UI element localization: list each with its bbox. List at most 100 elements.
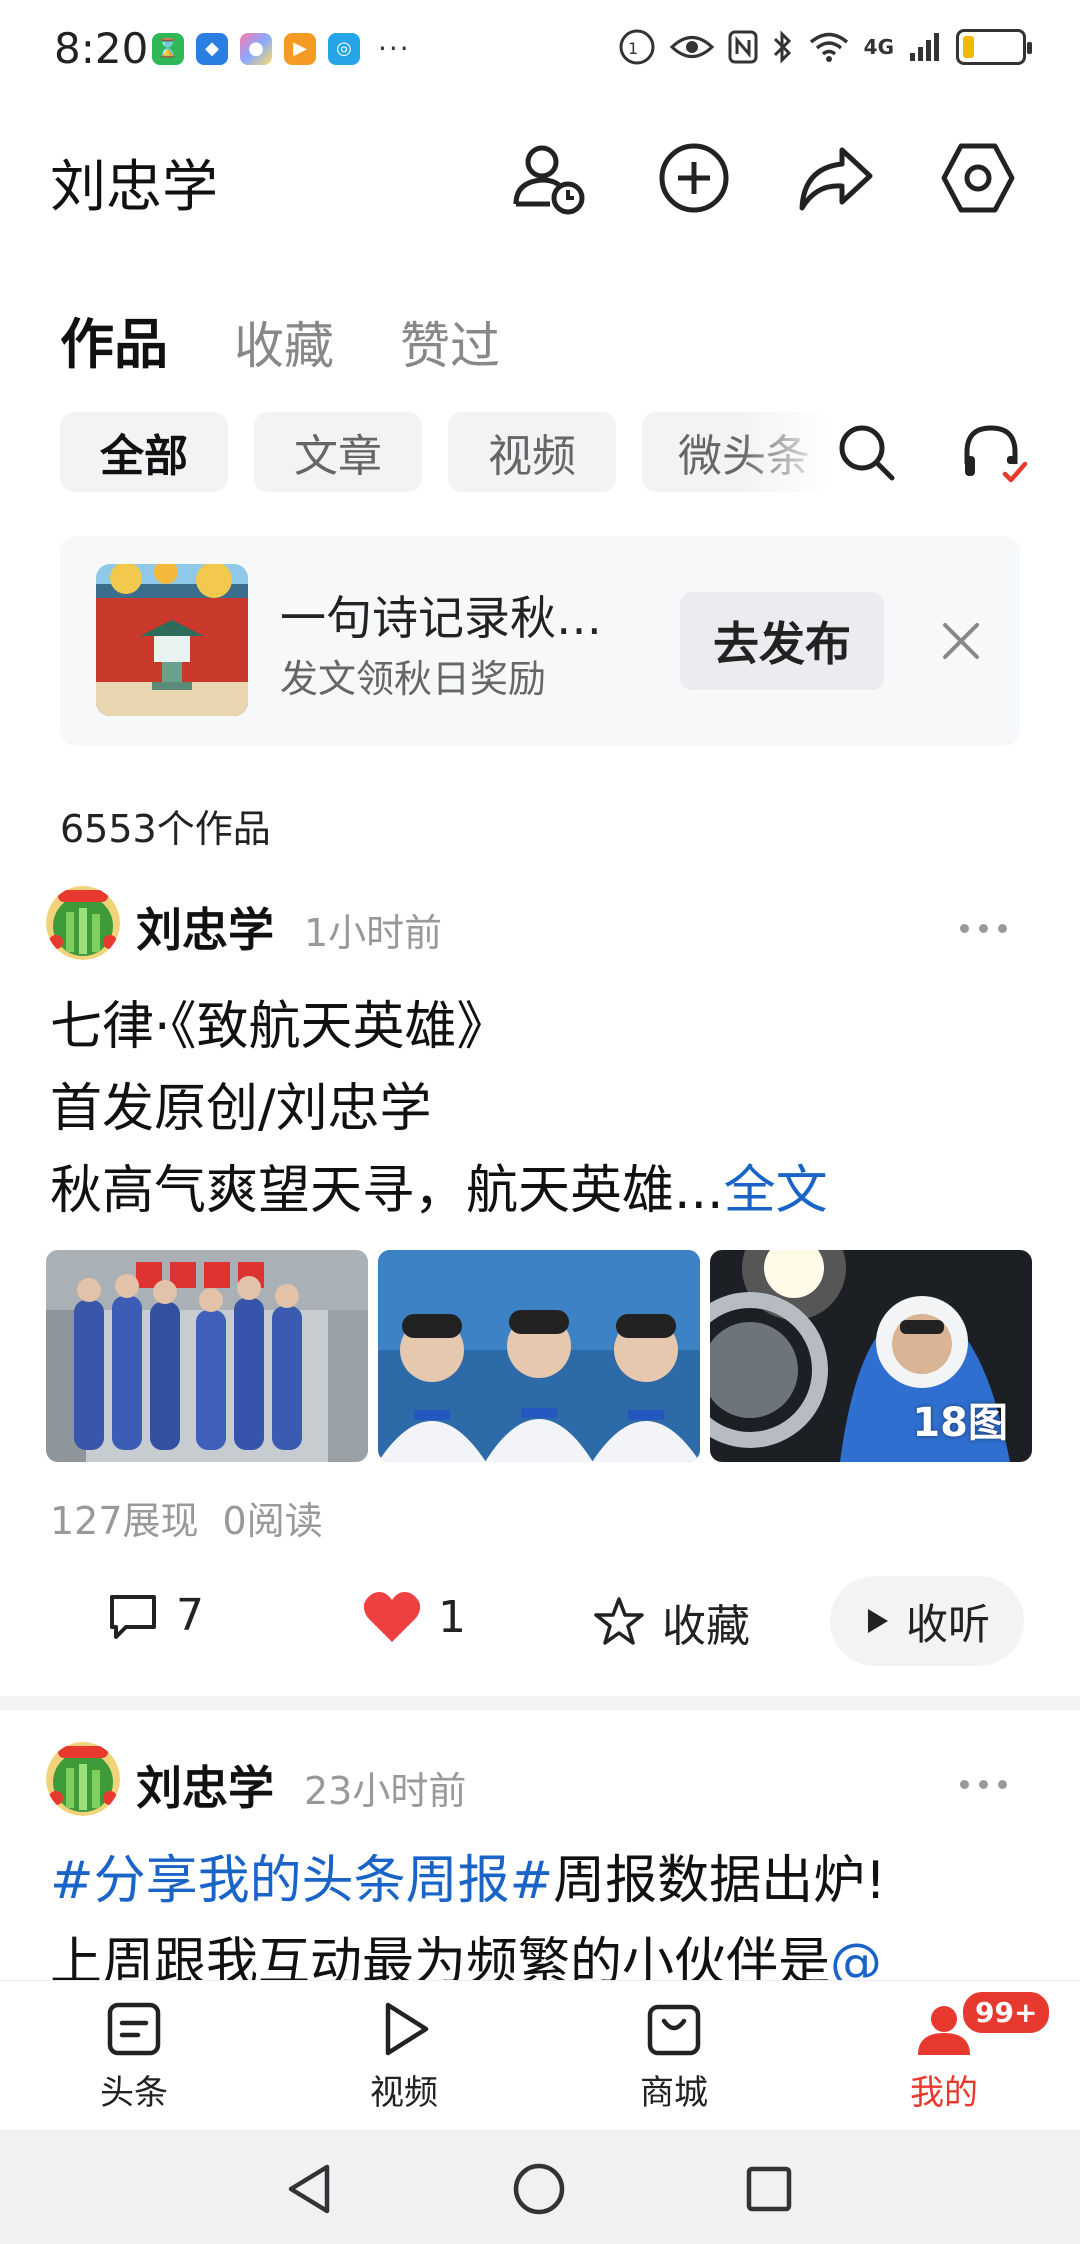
filter-all[interactable]: 全部 — [60, 412, 228, 492]
status-bar: 8:20 ⌛ ◆ ● ▶ ◎ ··· 1 4G — [0, 0, 1080, 100]
nfc-icon — [728, 30, 758, 64]
hashtag-link[interactable]: #分享我的头条周报# — [50, 1851, 553, 1911]
filter-videos[interactable]: 视频 — [448, 412, 616, 492]
search-app-icon: ◎ — [328, 32, 360, 65]
tab-liked[interactable]: 赞过 — [400, 306, 500, 378]
post-line-text: 上周跟我互动最为频繁的小伙伴是 — [50, 1933, 831, 1980]
status-time: 8:20 — [54, 24, 149, 73]
home-icon[interactable] — [504, 2154, 574, 2224]
nav-item-news[interactable]: 头条 — [74, 1999, 194, 2114]
video-app-icon: ▶ — [284, 32, 316, 65]
filter-chips: 全部 文章 视频 微头条 — [60, 412, 830, 492]
news-icon — [107, 2002, 161, 2056]
post-image[interactable]: 18图 — [710, 1250, 1032, 1462]
wifi-icon — [809, 32, 848, 62]
post-author[interactable]: 刘忠学 — [136, 1752, 274, 1818]
status-more-icon: ··· — [378, 32, 411, 65]
post-image[interactable] — [378, 1250, 700, 1462]
comment-count: 7 — [176, 1590, 204, 1641]
read-full-link[interactable]: 全文 — [724, 1161, 828, 1221]
recents-icon[interactable] — [734, 2154, 804, 2224]
view-count: 127展现 — [50, 1499, 199, 1543]
share-icon[interactable] — [794, 136, 878, 220]
status-indicators: 1 4G — [618, 28, 1032, 66]
avatar[interactable] — [46, 886, 120, 960]
signal-icon — [910, 33, 939, 61]
heart-icon — [363, 1592, 421, 1642]
search-icon[interactable] — [826, 412, 906, 492]
post-author[interactable]: 刘忠学 — [136, 894, 274, 960]
nav-item-profile[interactable]: 我的 99+ — [884, 1989, 1053, 2114]
hd-icon: 1 — [619, 29, 655, 65]
filter-articles[interactable]: 文章 — [254, 412, 422, 492]
listen-button[interactable]: 收听 — [830, 1576, 1024, 1666]
battery-level — [963, 36, 974, 58]
profile-header: 刘忠学 — [0, 120, 1080, 240]
status-app-icons: ⌛ ◆ ● ▶ ◎ ··· — [152, 32, 411, 65]
read-count: 0阅读 — [222, 1499, 323, 1543]
close-icon[interactable] — [926, 606, 996, 676]
comment-button[interactable]: 7 — [106, 1590, 204, 1641]
image-count-badge: 18图 — [912, 1400, 1008, 1446]
add-icon[interactable] — [652, 136, 736, 220]
network-type: 4G — [863, 35, 894, 59]
post-image-grid: 18图 — [46, 1250, 1036, 1462]
tab-favorites[interactable]: 收藏 — [234, 306, 334, 378]
listen-label: 收听 — [905, 1599, 990, 1649]
post-line-text: 秋高气爽望天寻，航天英雄... — [50, 1161, 724, 1221]
post-line-text: 周报数据出炉! — [553, 1851, 887, 1911]
svg-text:1: 1 — [628, 39, 638, 58]
post-divider — [0, 1696, 1080, 1710]
timer-app-icon: ⌛ — [152, 32, 184, 65]
bluetooth-icon — [773, 30, 791, 64]
page-title: 刘忠学 — [50, 155, 218, 220]
post-line: 上周跟我互动最为频繁的小伙伴是@ — [50, 1922, 1040, 1980]
favorite-label: 收藏 — [662, 1601, 750, 1652]
nav-label: 商城 — [640, 2073, 708, 2113]
post-content[interactable]: #分享我的头条周报#周报数据出炉! 上周跟我互动最为频繁的小伙伴是@ — [50, 1840, 1040, 1980]
like-count: 1 — [438, 1591, 466, 1643]
post-image[interactable] — [46, 1250, 368, 1462]
favorite-button[interactable]: 收藏 — [592, 1590, 750, 1654]
nav-label: 视频 — [370, 2073, 438, 2113]
notification-badge: 99+ — [960, 1989, 1053, 2036]
headphones-icon[interactable] — [954, 412, 1034, 492]
post-line: 首发原创/刘忠学 — [50, 1079, 432, 1139]
mention-link[interactable]: @ — [830, 1933, 882, 1980]
back-icon[interactable] — [274, 2154, 344, 2224]
post-time: 23小时前 — [304, 1769, 467, 1813]
chips-fade — [740, 412, 830, 492]
avatar[interactable] — [46, 1742, 120, 1816]
colorful-app-icon: ● — [240, 32, 272, 65]
like-button[interactable]: 1 — [362, 1590, 466, 1644]
nav-item-shop[interactable]: 商城 — [614, 1999, 734, 2114]
shop-icon — [647, 2004, 701, 2056]
tab-works[interactable]: 作品 — [60, 300, 168, 379]
nav-item-video[interactable]: 视频 — [344, 1999, 464, 2114]
settings-icon[interactable] — [936, 136, 1020, 220]
nav-label: 头条 — [100, 2073, 168, 2113]
bottom-nav: 头条 视频 商城 我的 99+ — [0, 1980, 1080, 2130]
works-count: 6553个作品 — [60, 807, 271, 851]
post-stats: 127展现 0阅读 — [50, 1490, 323, 1545]
content-tabs: 作品 收藏 赞过 — [60, 300, 500, 379]
battery-icon — [956, 29, 1032, 65]
promo-banner[interactable]: 一句诗记录秋… 发文领秋日奖励 去发布 — [60, 536, 1020, 746]
post-line: 七律·《致航天英雄》 — [50, 997, 509, 1057]
play-icon — [385, 2002, 429, 2056]
star-icon — [594, 1597, 644, 1645]
shield-app-icon: ◆ — [196, 32, 228, 65]
nav-label: 我的 — [910, 2073, 978, 2113]
play-icon — [867, 1609, 888, 1633]
post-time: 1小时前 — [304, 911, 443, 955]
visitor-history-icon[interactable] — [508, 136, 592, 220]
more-options-icon[interactable] — [960, 918, 1020, 938]
post-content[interactable]: 七律·《致航天英雄》 首发原创/刘忠学 秋高气爽望天寻，航天英雄...全文 — [50, 986, 1040, 1232]
post-line: 秋高气爽望天寻，航天英雄...全文 — [50, 1150, 1040, 1232]
promo-title: 一句诗记录秋… — [280, 591, 602, 645]
promo-subtitle: 发文领秋日奖励 — [280, 657, 547, 701]
more-options-icon[interactable] — [960, 1774, 1020, 1794]
system-nav-bar — [0, 2130, 1080, 2244]
promo-thumbnail — [96, 564, 248, 716]
publish-button[interactable]: 去发布 — [680, 592, 884, 690]
